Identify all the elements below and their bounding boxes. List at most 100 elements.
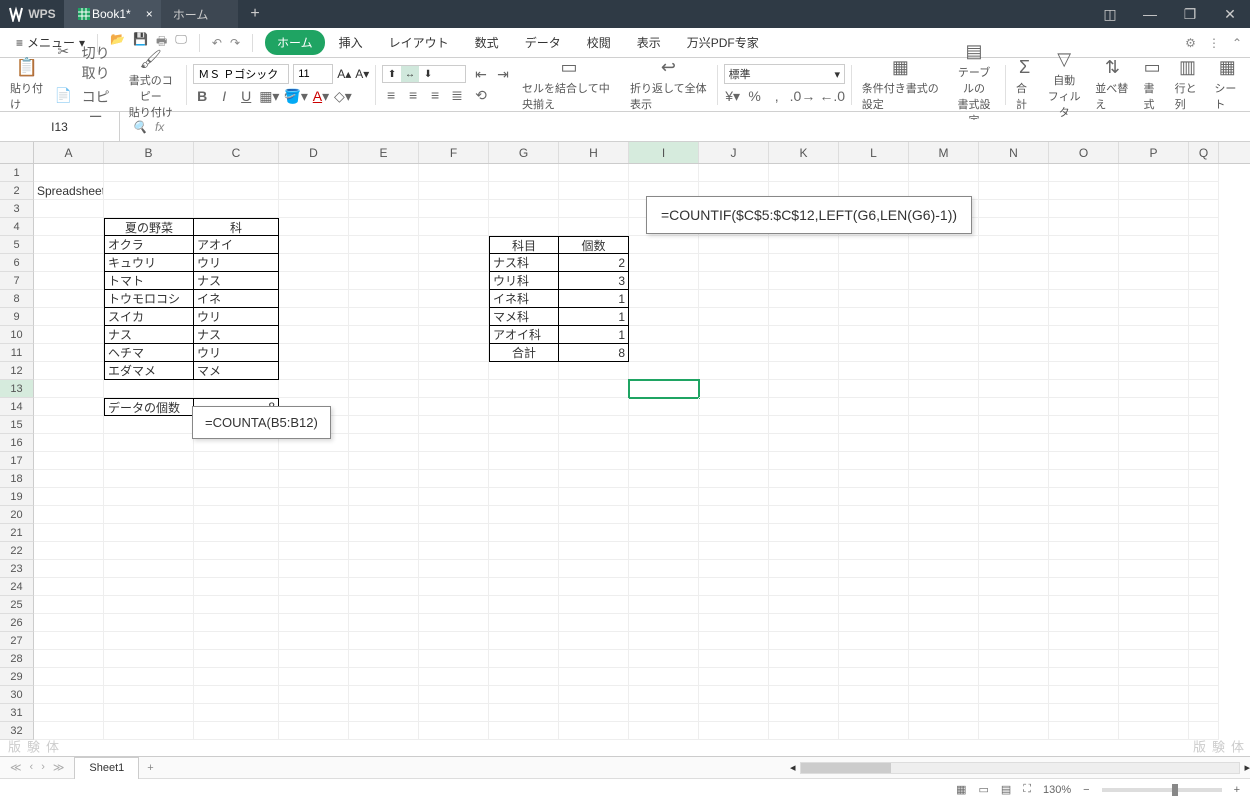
decimal-inc-icon[interactable]: .0→ bbox=[790, 88, 816, 105]
cell-E10[interactable] bbox=[349, 326, 419, 344]
orientation-icon[interactable]: ⟲ bbox=[472, 87, 490, 104]
column-header-I[interactable]: I bbox=[629, 142, 699, 163]
cell-L1[interactable] bbox=[839, 164, 909, 182]
cell-G2[interactable] bbox=[489, 182, 559, 200]
cell-D18[interactable] bbox=[279, 470, 349, 488]
cell-C30[interactable] bbox=[194, 686, 279, 704]
cell-E3[interactable] bbox=[349, 200, 419, 218]
cell-I20[interactable] bbox=[629, 506, 699, 524]
cell-I12[interactable] bbox=[629, 362, 699, 380]
cell-B10[interactable]: ナス bbox=[104, 326, 194, 344]
more-icon[interactable]: ⋮ bbox=[1208, 36, 1220, 50]
cell-A23[interactable] bbox=[34, 560, 104, 578]
cell-P17[interactable] bbox=[1119, 452, 1189, 470]
clear-format-icon[interactable]: ◇▾ bbox=[334, 88, 352, 105]
cell-Q8[interactable] bbox=[1189, 290, 1219, 308]
cell-I31[interactable] bbox=[629, 704, 699, 722]
cell-A10[interactable] bbox=[34, 326, 104, 344]
cell-F27[interactable] bbox=[419, 632, 489, 650]
cell-N7[interactable] bbox=[979, 272, 1049, 290]
cell-O9[interactable] bbox=[1049, 308, 1119, 326]
cell-M27[interactable] bbox=[909, 632, 979, 650]
redo-icon[interactable]: ↷ bbox=[230, 36, 240, 50]
cell-O13[interactable] bbox=[1049, 380, 1119, 398]
cell-A8[interactable] bbox=[34, 290, 104, 308]
cell-Q11[interactable] bbox=[1189, 344, 1219, 362]
cell-J32[interactable] bbox=[699, 722, 769, 740]
cell-I1[interactable] bbox=[629, 164, 699, 182]
cell-F1[interactable] bbox=[419, 164, 489, 182]
cell-J27[interactable] bbox=[699, 632, 769, 650]
cell-B26[interactable] bbox=[104, 614, 194, 632]
cell-J24[interactable] bbox=[699, 578, 769, 596]
ribbon-tab-layout[interactable]: レイアウト bbox=[377, 30, 461, 55]
cell-M17[interactable] bbox=[909, 452, 979, 470]
cell-C5[interactable]: アオイ bbox=[194, 236, 279, 254]
cell-O23[interactable] bbox=[1049, 560, 1119, 578]
cell-O32[interactable] bbox=[1049, 722, 1119, 740]
select-all-corner[interactable] bbox=[0, 142, 34, 163]
cell-E5[interactable] bbox=[349, 236, 419, 254]
cell-L28[interactable] bbox=[839, 650, 909, 668]
cell-P18[interactable] bbox=[1119, 470, 1189, 488]
cell-G25[interactable] bbox=[489, 596, 559, 614]
cell-J12[interactable] bbox=[699, 362, 769, 380]
cell-B9[interactable]: スイカ bbox=[104, 308, 194, 326]
cell-H6[interactable]: 2 bbox=[559, 254, 629, 272]
cell-J30[interactable] bbox=[699, 686, 769, 704]
cell-L10[interactable] bbox=[839, 326, 909, 344]
cell-I5[interactable] bbox=[629, 236, 699, 254]
cell-I28[interactable] bbox=[629, 650, 699, 668]
cell-A31[interactable] bbox=[34, 704, 104, 722]
cell-B19[interactable] bbox=[104, 488, 194, 506]
cell-N2[interactable] bbox=[979, 182, 1049, 200]
cell-A5[interactable] bbox=[34, 236, 104, 254]
cell-F16[interactable] bbox=[419, 434, 489, 452]
cell-F31[interactable] bbox=[419, 704, 489, 722]
table-format-button[interactable]: ▤テーブルの 書式設定 bbox=[949, 41, 999, 128]
cell-L8[interactable] bbox=[839, 290, 909, 308]
cell-C3[interactable] bbox=[194, 200, 279, 218]
cell-I30[interactable] bbox=[629, 686, 699, 704]
cell-G11[interactable]: 合計 bbox=[489, 344, 559, 362]
cell-G22[interactable] bbox=[489, 542, 559, 560]
cell-F21[interactable] bbox=[419, 524, 489, 542]
cell-G29[interactable] bbox=[489, 668, 559, 686]
cell-G21[interactable] bbox=[489, 524, 559, 542]
cell-E29[interactable] bbox=[349, 668, 419, 686]
cell-H32[interactable] bbox=[559, 722, 629, 740]
cell-E17[interactable] bbox=[349, 452, 419, 470]
cell-F25[interactable] bbox=[419, 596, 489, 614]
cell-H29[interactable] bbox=[559, 668, 629, 686]
cell-B27[interactable] bbox=[104, 632, 194, 650]
cell-F4[interactable] bbox=[419, 218, 489, 236]
cell-G6[interactable]: ナス科 bbox=[489, 254, 559, 272]
cell-N27[interactable] bbox=[979, 632, 1049, 650]
cell-E7[interactable] bbox=[349, 272, 419, 290]
cell-B2[interactable] bbox=[104, 182, 194, 200]
cell-E24[interactable] bbox=[349, 578, 419, 596]
cell-L32[interactable] bbox=[839, 722, 909, 740]
cell-L7[interactable] bbox=[839, 272, 909, 290]
cell-L17[interactable] bbox=[839, 452, 909, 470]
row-header-17[interactable]: 17 bbox=[0, 452, 34, 470]
cell-F23[interactable] bbox=[419, 560, 489, 578]
cell-O31[interactable] bbox=[1049, 704, 1119, 722]
cell-P22[interactable] bbox=[1119, 542, 1189, 560]
cell-E30[interactable] bbox=[349, 686, 419, 704]
cell-G9[interactable]: マメ科 bbox=[489, 308, 559, 326]
underline-icon[interactable]: U bbox=[237, 88, 255, 105]
cell-M1[interactable] bbox=[909, 164, 979, 182]
cell-L11[interactable] bbox=[839, 344, 909, 362]
cell-M20[interactable] bbox=[909, 506, 979, 524]
cut-icon[interactable]: ✂ bbox=[54, 43, 72, 83]
cell-C24[interactable] bbox=[194, 578, 279, 596]
cell-J14[interactable] bbox=[699, 398, 769, 416]
cell-J23[interactable] bbox=[699, 560, 769, 578]
cell-J16[interactable] bbox=[699, 434, 769, 452]
cell-I24[interactable] bbox=[629, 578, 699, 596]
cell-G19[interactable] bbox=[489, 488, 559, 506]
zoom-slider[interactable] bbox=[1102, 788, 1222, 792]
comma-icon[interactable]: , bbox=[768, 88, 786, 105]
cell-O17[interactable] bbox=[1049, 452, 1119, 470]
